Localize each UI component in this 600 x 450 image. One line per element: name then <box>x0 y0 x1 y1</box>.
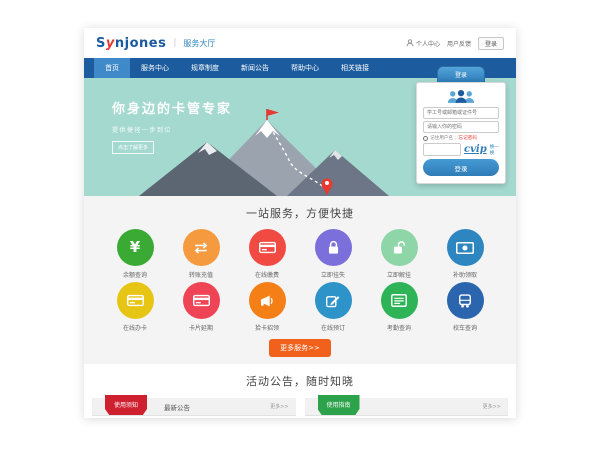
service-item-transfer[interactable]: 转账充值 <box>168 229 234 279</box>
service-label: 转账充值 <box>168 270 234 279</box>
captcha-row: cvip 换一换 <box>423 143 499 156</box>
user-guide-ribbon-tab[interactable]: 使用指南 <box>318 395 360 415</box>
announcements-heading: 活动公告，随时知晓 <box>84 373 516 389</box>
megaphone-icon <box>259 294 275 308</box>
header-divider: | <box>173 38 176 48</box>
announcement-columns: 使用须知 最新公告 更多>> 使用指南 更多>> <box>84 389 516 416</box>
service-label: 考勤查询 <box>366 323 432 332</box>
password-input[interactable] <box>423 121 499 133</box>
right-more-link[interactable]: 更多>> <box>483 403 501 410</box>
services-row-2: 在线办卡 卡片延期 拾卡招领 在线预订 考勤查询 <box>84 282 516 332</box>
page: Synjones | 服务大厅 个人中心 用户反馈 登录 首页 服务中心 规章制… <box>0 0 600 450</box>
service-label: 余额查询 <box>102 270 168 279</box>
service-item-found-card[interactable]: 拾卡招领 <box>234 282 300 332</box>
service-label: 立即挂失 <box>300 270 366 279</box>
captcha-refresh-link[interactable]: 换一换 <box>490 144 499 156</box>
service-item-attendance[interactable]: 考勤查询 <box>366 282 432 332</box>
announcement-right-tabbar: 使用指南 更多>> <box>305 398 509 416</box>
site-title: 服务大厅 <box>183 38 215 49</box>
personal-center-label: 个人中心 <box>416 39 440 48</box>
service-item-online-booking[interactable]: 在线预订 <box>300 282 366 332</box>
services-heading: 一站服务，方便快捷 <box>84 205 516 221</box>
service-label: 拾卡招领 <box>234 323 300 332</box>
user-feedback-label: 用户反馈 <box>447 39 471 48</box>
announcements-section: 活动公告，随时知晓 使用须知 最新公告 更多>> 使用指南 更多>> <box>84 373 516 416</box>
personal-center-link[interactable]: 个人中心 <box>406 39 440 48</box>
service-item-balance[interactable]: ¥ 余额查询 <box>102 229 168 279</box>
banknote-icon <box>456 242 474 254</box>
lock-icon <box>327 240 340 255</box>
logo-prefix: S <box>96 36 106 51</box>
login-form: 记住用户名 | 忘记密码 cvip 换一换 登录 <box>416 82 506 184</box>
hero-cta-button[interactable]: 点击了解更多 <box>112 141 154 154</box>
users-icon <box>423 89 499 104</box>
header-right: 个人中心 用户反馈 登录 <box>406 37 504 50</box>
usage-notice-ribbon-tab[interactable]: 使用须知 <box>105 395 147 415</box>
remember-label: 记住用户名 <box>430 135 453 141</box>
service-label: 在线缴费 <box>234 270 300 279</box>
service-item-school-bus[interactable]: 校车查询 <box>432 282 498 332</box>
logo-suffix: njones <box>115 36 166 51</box>
unlock-icon <box>392 240 407 255</box>
header-login-button[interactable]: 登录 <box>478 37 504 50</box>
more-services-button[interactable]: 更多服务>> <box>269 339 331 357</box>
yuan-icon: ¥ <box>130 240 140 255</box>
login-tab[interactable]: 登录 <box>437 66 485 82</box>
username-input[interactable] <box>423 107 499 119</box>
card-icon <box>193 294 210 307</box>
logo-accent: y <box>106 36 115 51</box>
service-label: 校车查询 <box>432 323 498 332</box>
service-item-subsidy[interactable]: 补助领取 <box>432 229 498 279</box>
edit-icon <box>326 294 340 308</box>
nav-item-help[interactable]: 帮助中心 <box>280 58 330 78</box>
list-icon <box>391 294 407 307</box>
left-more-link[interactable]: 更多>> <box>270 403 288 410</box>
login-submit-button[interactable]: 登录 <box>423 159 499 176</box>
remember-checkbox[interactable] <box>423 136 428 141</box>
nav-item-home[interactable]: 首页 <box>94 58 130 78</box>
captcha-input[interactable] <box>423 143 461 156</box>
site-container: Synjones | 服务大厅 个人中心 用户反馈 登录 首页 服务中心 规章制… <box>84 28 516 418</box>
service-item-pay[interactable]: 在线缴费 <box>234 229 300 279</box>
services-section: 一站服务，方便快捷 ¥ 余额查询 转账充值 在线缴费 立即挂失 <box>84 196 516 364</box>
services-row-1: ¥ 余额查询 转账充值 在线缴费 立即挂失 立即解挂 <box>84 229 516 279</box>
service-label: 卡片延期 <box>168 323 234 332</box>
service-item-unlock[interactable]: 立即解挂 <box>366 229 432 279</box>
hero-subtitle: 提供捷径一步到位 <box>112 125 232 134</box>
service-label: 补助领取 <box>432 270 498 279</box>
hero-text: 你身边的卡管专家 提供捷径一步到位 点击了解更多 <box>112 98 232 154</box>
service-item-card-renew[interactable]: 卡片延期 <box>168 282 234 332</box>
announcement-left-tabbar: 使用须知 最新公告 更多>> <box>92 398 296 416</box>
person-icon <box>406 39 414 47</box>
nav-item-links[interactable]: 相关链接 <box>330 58 380 78</box>
service-item-report-loss[interactable]: 立即挂失 <box>300 229 366 279</box>
nav-item-news[interactable]: 新闻公告 <box>230 58 280 78</box>
header: Synjones | 服务大厅 个人中心 用户反馈 登录 <box>84 28 516 58</box>
user-feedback-link[interactable]: 用户反馈 <box>447 39 471 48</box>
latest-news-tab[interactable]: 最新公告 <box>164 402 190 412</box>
card-icon <box>127 294 144 307</box>
bus-icon <box>458 294 472 308</box>
login-panel: 登录 记住用户名 | 忘记密码 cvip <box>416 66 506 184</box>
nav-item-service-center[interactable]: 服务中心 <box>130 58 180 78</box>
options-separator: | <box>455 136 457 141</box>
transfer-icon <box>193 242 209 254</box>
service-label: 在线预订 <box>300 323 366 332</box>
login-options: 记住用户名 | 忘记密码 <box>423 135 499 141</box>
logo[interactable]: Synjones <box>96 36 166 51</box>
service-item-apply-card[interactable]: 在线办卡 <box>102 282 168 332</box>
bank-card-icon <box>259 241 276 254</box>
hero-title: 你身边的卡管专家 <box>112 98 232 117</box>
service-label: 在线办卡 <box>102 323 168 332</box>
captcha-image: cvip <box>464 144 487 155</box>
forgot-password-link[interactable]: 忘记密码 <box>459 135 477 141</box>
nav-item-rules[interactable]: 规章制度 <box>180 58 230 78</box>
service-label: 立即解挂 <box>366 270 432 279</box>
